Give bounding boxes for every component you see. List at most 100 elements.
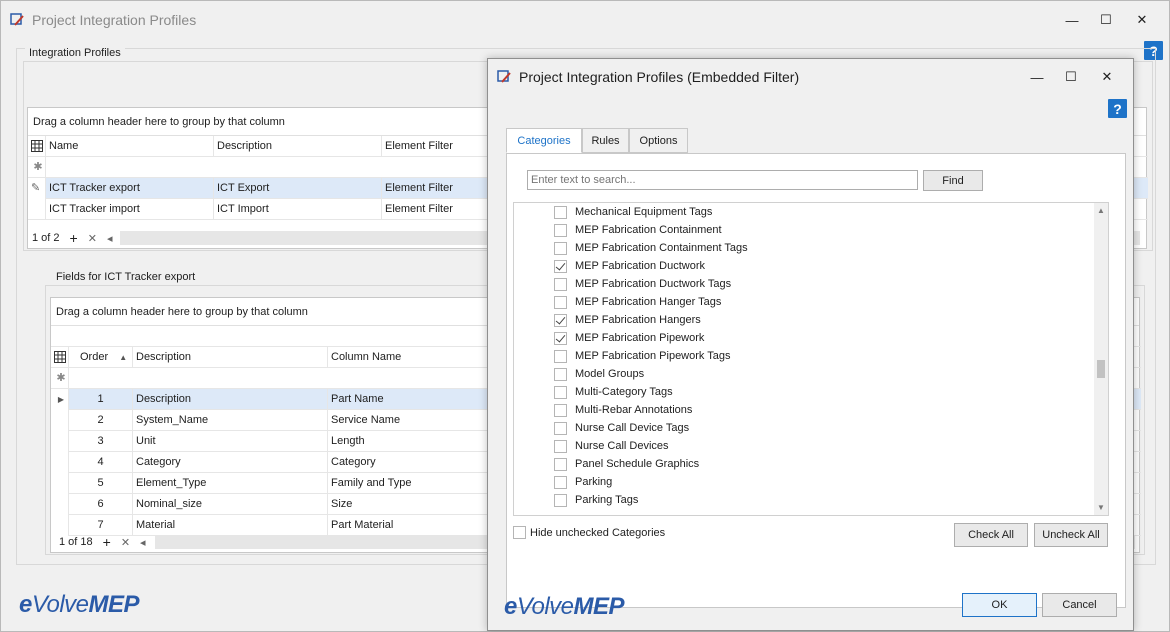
description-cell[interactable]: Description [133, 389, 328, 410]
category-checkbox[interactable] [554, 295, 567, 309]
order-cell[interactable]: 1 [69, 389, 133, 410]
category-checkbox[interactable] [554, 349, 567, 363]
description-cell[interactable]: Material [133, 515, 328, 536]
category-checkbox[interactable] [554, 475, 567, 489]
tab-options[interactable]: Options [629, 128, 688, 153]
profile-name-cell[interactable]: ICT Tracker export [46, 178, 214, 199]
category-item[interactable]: MEP Fabrication Ductwork Tags [514, 275, 731, 293]
scroll-down-icon[interactable]: ▼ [1097, 503, 1105, 512]
profile-name-cell[interactable]: ICT Tracker import [46, 199, 214, 220]
column-header-column-name[interactable]: Column Name [328, 347, 488, 368]
category-checkbox[interactable] [554, 277, 567, 291]
cancel-button[interactable]: Cancel [1042, 593, 1117, 617]
check-all-button[interactable]: Check All [954, 523, 1028, 547]
help-icon[interactable]: ? [1108, 99, 1127, 118]
column-header-order[interactable]: Order ▲ [69, 347, 133, 368]
column-chooser-icon[interactable] [28, 136, 46, 157]
tab-rules[interactable]: Rules [582, 128, 629, 153]
category-item[interactable]: MEP Fabrication Ductwork [514, 257, 705, 275]
profile-description-cell[interactable]: ICT Export [214, 178, 382, 199]
column-header-description[interactable]: Description [133, 347, 328, 368]
scroll-up-icon[interactable]: ▲ [1097, 206, 1105, 215]
sort-ascending-icon: ▲ [119, 353, 128, 362]
row-indicator-icon [51, 452, 69, 473]
column-name-cell[interactable]: Part Name [328, 389, 488, 410]
category-item[interactable]: MEP Fabrication Hangers [514, 311, 701, 329]
scroll-left-icon[interactable]: ◂ [107, 232, 113, 245]
category-checkbox[interactable] [554, 259, 567, 273]
category-item[interactable]: Model Groups [514, 365, 644, 383]
description-cell[interactable]: Unit [133, 431, 328, 452]
add-record-icon[interactable]: + [103, 534, 111, 550]
hide-unchecked-checkbox[interactable] [513, 526, 526, 539]
column-header-description[interactable]: Description [214, 136, 382, 157]
category-item[interactable]: Mechanical Equipment Tags [514, 203, 712, 221]
category-item[interactable]: Nurse Call Devices [514, 437, 669, 455]
column-name-cell[interactable]: Category [328, 452, 488, 473]
delete-record-icon[interactable]: ✕ [88, 232, 97, 245]
description-cell[interactable]: System_Name [133, 410, 328, 431]
category-checkbox[interactable] [554, 241, 567, 255]
fields-record-count: 1 of 18 [59, 536, 93, 548]
category-item[interactable]: MEP Fabrication Hanger Tags [514, 293, 721, 311]
order-cell[interactable]: 6 [69, 494, 133, 515]
dialog-close-button[interactable]: ✕ [1084, 61, 1130, 93]
ok-button[interactable]: OK [962, 593, 1037, 617]
column-name-cell[interactable]: Family and Type [328, 473, 488, 494]
profile-filter-cell[interactable]: Element Filter [382, 178, 502, 199]
category-checkbox[interactable] [554, 421, 567, 435]
category-checkbox[interactable] [554, 331, 567, 345]
profile-description-cell[interactable]: ICT Import [214, 199, 382, 220]
order-cell[interactable]: 5 [69, 473, 133, 494]
description-cell[interactable]: Category [133, 452, 328, 473]
category-item[interactable]: MEP Fabrication Containment Tags [514, 239, 748, 257]
category-checkbox[interactable] [554, 205, 567, 219]
column-header-element-filter[interactable]: Element Filter [382, 136, 502, 157]
category-item[interactable]: MEP Fabrication Pipework [514, 329, 704, 347]
order-cell[interactable]: 2 [69, 410, 133, 431]
hide-unchecked-option[interactable]: Hide unchecked Categories [513, 526, 665, 539]
category-item[interactable]: MEP Fabrication Containment [514, 221, 722, 239]
column-name-cell[interactable]: Size [328, 494, 488, 515]
category-item[interactable]: Parking [514, 473, 612, 491]
tab-categories[interactable]: Categories [506, 128, 582, 153]
search-input[interactable] [527, 170, 918, 190]
app-icon [10, 12, 26, 28]
column-name-cell[interactable]: Service Name [328, 410, 488, 431]
column-chooser-icon[interactable] [51, 347, 69, 368]
category-checkbox[interactable] [554, 223, 567, 237]
category-checkbox[interactable] [554, 313, 567, 327]
order-cell[interactable]: 4 [69, 452, 133, 473]
category-checkbox[interactable] [554, 403, 567, 417]
add-record-icon[interactable]: + [70, 230, 78, 246]
delete-record-icon[interactable]: ✕ [121, 536, 130, 549]
category-checkbox[interactable] [554, 493, 567, 507]
category-label: MEP Fabrication Pipework Tags [575, 350, 731, 362]
column-header-name[interactable]: Name [46, 136, 214, 157]
find-button[interactable]: Find [923, 170, 983, 191]
category-item[interactable]: Multi-Category Tags [514, 383, 673, 401]
category-item[interactable]: Multi-Rebar Annotations [514, 401, 692, 419]
category-checkbox[interactable] [554, 457, 567, 471]
category-item[interactable]: Panel Schedule Graphics [514, 455, 699, 473]
description-cell[interactable]: Element_Type [133, 473, 328, 494]
category-item[interactable]: MEP Fabrication Pipework Tags [514, 347, 731, 365]
category-checkbox[interactable] [554, 367, 567, 381]
column-name-cell[interactable]: Length [328, 431, 488, 452]
order-cell[interactable]: 3 [69, 431, 133, 452]
uncheck-all-button[interactable]: Uncheck All [1034, 523, 1108, 547]
scroll-left-icon[interactable]: ◂ [140, 536, 146, 549]
category-item[interactable]: Nurse Call Device Tags [514, 419, 689, 437]
column-name-cell[interactable]: Part Material [328, 515, 488, 536]
category-label: Nurse Call Devices [575, 440, 669, 452]
category-label: Parking [575, 476, 613, 488]
category-item[interactable]: Parking Tags [514, 491, 638, 509]
close-button[interactable]: ✕ [1119, 4, 1165, 36]
category-checkbox[interactable] [554, 385, 567, 399]
scroll-thumb[interactable] [1097, 360, 1105, 378]
description-cell[interactable]: Nominal_size [133, 494, 328, 515]
category-checkbox[interactable] [554, 439, 567, 453]
profile-filter-cell[interactable]: Element Filter [382, 199, 502, 220]
categories-vscrollbar[interactable]: ▲ ▼ [1094, 203, 1108, 515]
row-indicator-icon [51, 431, 69, 452]
